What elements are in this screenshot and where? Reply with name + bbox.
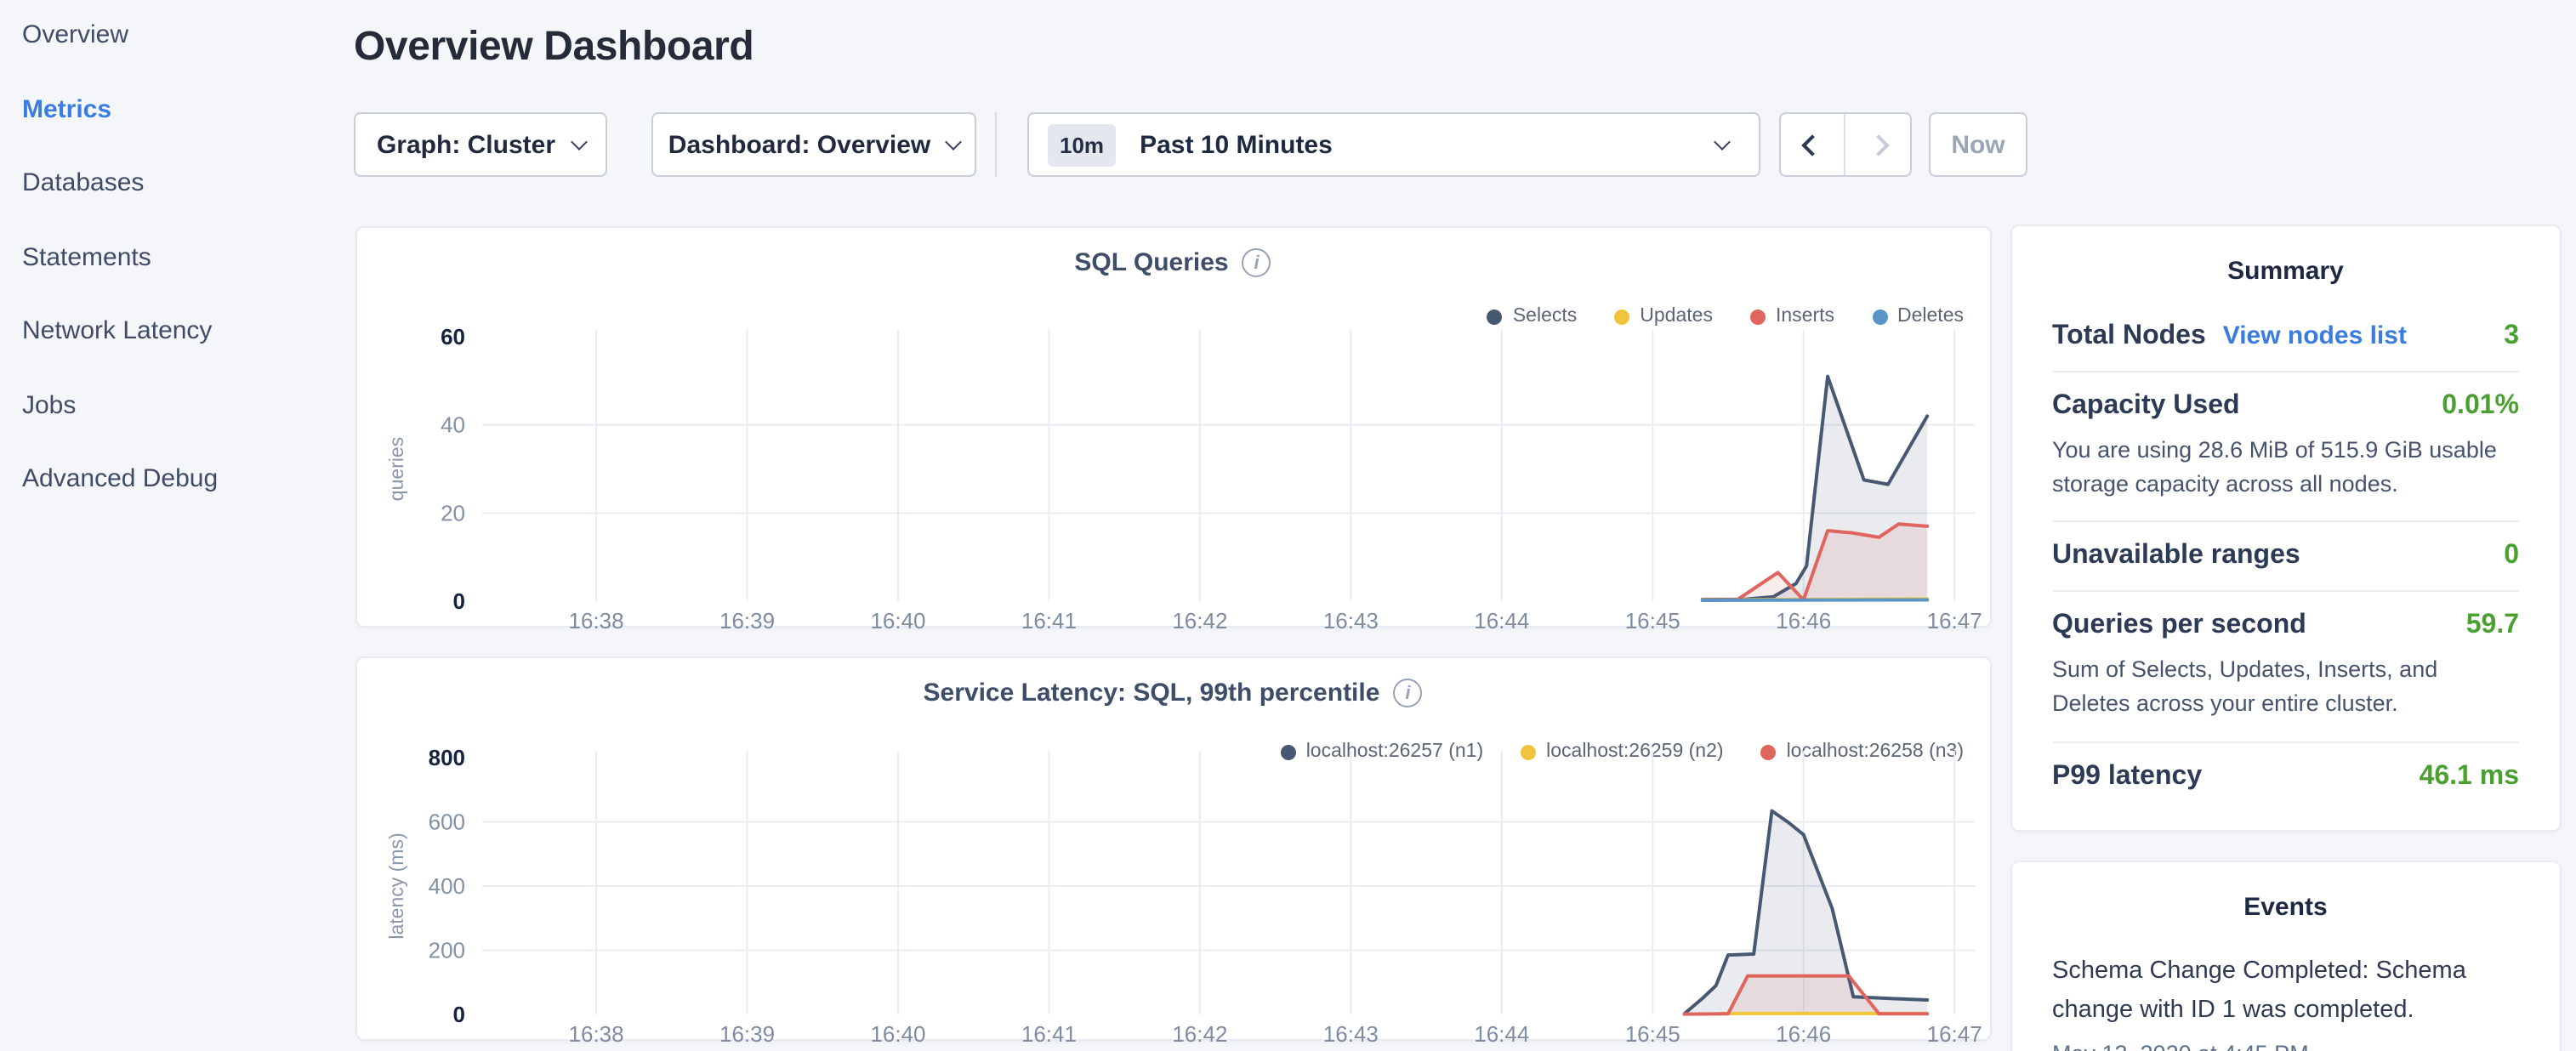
time-step-buttons <box>1779 112 1912 177</box>
sidebar-item-statements[interactable]: Statements <box>22 242 311 271</box>
sidebar-item-databases[interactable]: Databases <box>22 168 311 197</box>
svg-text:400: 400 <box>428 873 464 899</box>
sidebar-item-overview[interactable]: Overview <box>22 20 311 49</box>
svg-text:16:40: 16:40 <box>869 1021 924 1047</box>
svg-text:16:38: 16:38 <box>568 1021 623 1047</box>
sql-queries-chart-plot[interactable]: 020406016:3816:3916:4016:4116:4216:4316:… <box>356 228 1993 629</box>
svg-text:0: 0 <box>452 588 464 614</box>
svg-text:16:38: 16:38 <box>568 608 623 633</box>
summary-value: 0.01% <box>2442 390 2519 421</box>
dashboard-dropdown[interactable]: Dashboard: Overview <box>651 112 976 177</box>
summary-value: 59.7 <box>2466 611 2519 641</box>
sidebar-item-network-latency[interactable]: Network Latency <box>22 316 311 345</box>
dashboard-dropdown-label: Dashboard: Overview <box>668 130 930 159</box>
svg-text:16:40: 16:40 <box>869 608 924 633</box>
svg-text:latency (ms): latency (ms) <box>384 832 407 939</box>
sidebar-nav: Overview Metrics Databases Statements Ne… <box>0 0 333 559</box>
filter-divider <box>995 112 997 177</box>
events-title: Events <box>2052 862 2519 922</box>
summary-title: Summary <box>2052 225 2519 285</box>
summary-label: Queries per second <box>2052 611 2306 641</box>
svg-text:16:46: 16:46 <box>1775 1021 1830 1047</box>
summary-subtext: Sum of Selects, Updates, Inserts, and De… <box>2052 653 2519 722</box>
svg-text:16:43: 16:43 <box>1322 1021 1378 1047</box>
svg-text:16:39: 16:39 <box>719 608 774 633</box>
svg-text:60: 60 <box>440 324 464 349</box>
summary-row-p99-latency: P99 latency 46.1 ms <box>2052 742 2519 810</box>
graph-dropdown[interactable]: Graph: Cluster <box>354 112 607 177</box>
time-range-label: Past 10 Minutes <box>1140 130 1333 159</box>
chevron-down-icon <box>1714 133 1731 150</box>
svg-text:16:44: 16:44 <box>1473 608 1528 633</box>
svg-text:16:43: 16:43 <box>1322 608 1378 633</box>
svg-text:16:47: 16:47 <box>1926 608 1982 633</box>
summary-label: P99 latency <box>2052 761 2202 792</box>
chevron-down-icon <box>570 133 587 150</box>
svg-text:16:44: 16:44 <box>1473 1021 1528 1047</box>
svg-text:16:42: 16:42 <box>1171 608 1226 633</box>
time-range-selector[interactable]: 10m Past 10 Minutes <box>1027 112 1760 177</box>
svg-text:16:45: 16:45 <box>1624 608 1680 633</box>
svg-text:16:41: 16:41 <box>1021 608 1076 633</box>
chevron-down-icon <box>945 133 962 150</box>
events-panel: Events Schema Change Completed: Schema c… <box>2010 861 2562 1051</box>
svg-text:16:41: 16:41 <box>1021 1021 1076 1047</box>
graph-dropdown-label: Graph: Cluster <box>377 130 555 159</box>
now-button[interactable]: Now <box>1929 112 2027 177</box>
event-item-timestamp: May 13, 2020 at 4:45 PM <box>2052 1041 2519 1051</box>
summary-row-unavailable-ranges: Unavailable ranges 0 <box>2052 522 2519 592</box>
event-item-text: Schema Change Completed: Schema change w… <box>2052 952 2519 1031</box>
sidebar-item-jobs[interactable]: Jobs <box>22 390 311 419</box>
svg-text:16:45: 16:45 <box>1624 1021 1680 1047</box>
time-step-forward-button[interactable] <box>1845 114 1910 175</box>
sidebar-item-metrics[interactable]: Metrics <box>22 94 311 123</box>
service-latency-chart-card: Service Latency: SQL, 99th percentile i … <box>355 656 1991 1041</box>
summary-subtext: You are using 28.6 MiB of 515.9 GiB usab… <box>2052 433 2519 502</box>
summary-row-capacity-used: Capacity Used 0.01% You are using 28.6 M… <box>2052 372 2519 522</box>
summary-value: 0 <box>2504 541 2519 571</box>
view-nodes-list-link[interactable]: View nodes list <box>2223 321 2407 349</box>
summary-label: Capacity Used <box>2052 390 2240 421</box>
time-range-badge: 10m <box>1048 123 1116 166</box>
summary-value: 3 <box>2504 321 2519 351</box>
service-latency-chart-plot[interactable]: 020040060080016:3816:3916:4016:4116:4216… <box>356 658 1993 1042</box>
svg-text:queries: queries <box>384 437 407 501</box>
summary-panel: Summary Total Nodes View nodes list 3 Ca… <box>2010 224 2562 831</box>
svg-text:0: 0 <box>452 1002 464 1027</box>
svg-text:16:39: 16:39 <box>719 1021 774 1047</box>
summary-label: Total Nodes <box>2052 321 2206 351</box>
svg-text:16:42: 16:42 <box>1171 1021 1226 1047</box>
sidebar-item-advanced-debug[interactable]: Advanced Debug <box>22 464 311 493</box>
svg-text:600: 600 <box>428 810 464 835</box>
chevron-left-icon <box>1801 134 1823 155</box>
sql-queries-chart-card: SQL Queries i SelectsUpdatesInsertsDelet… <box>355 226 1991 628</box>
svg-text:200: 200 <box>428 938 464 963</box>
svg-text:16:46: 16:46 <box>1775 608 1830 633</box>
svg-text:20: 20 <box>440 500 464 526</box>
time-step-back-button[interactable] <box>1781 114 1845 175</box>
page-title: Overview Dashboard <box>354 24 753 71</box>
svg-text:16:47: 16:47 <box>1926 1021 1982 1047</box>
chevron-right-icon <box>1867 134 1888 155</box>
svg-text:40: 40 <box>440 412 464 438</box>
db-console-page: Overview Metrics Databases Statements Ne… <box>0 0 2576 1051</box>
summary-label: Unavailable ranges <box>2052 541 2300 571</box>
summary-row-queries-per-second: Queries per second 59.7 Sum of Selects, … <box>2052 592 2519 742</box>
svg-text:800: 800 <box>428 745 464 770</box>
summary-value: 46.1 ms <box>2420 761 2519 792</box>
summary-row-total-nodes: Total Nodes View nodes list 3 <box>2052 302 2519 372</box>
